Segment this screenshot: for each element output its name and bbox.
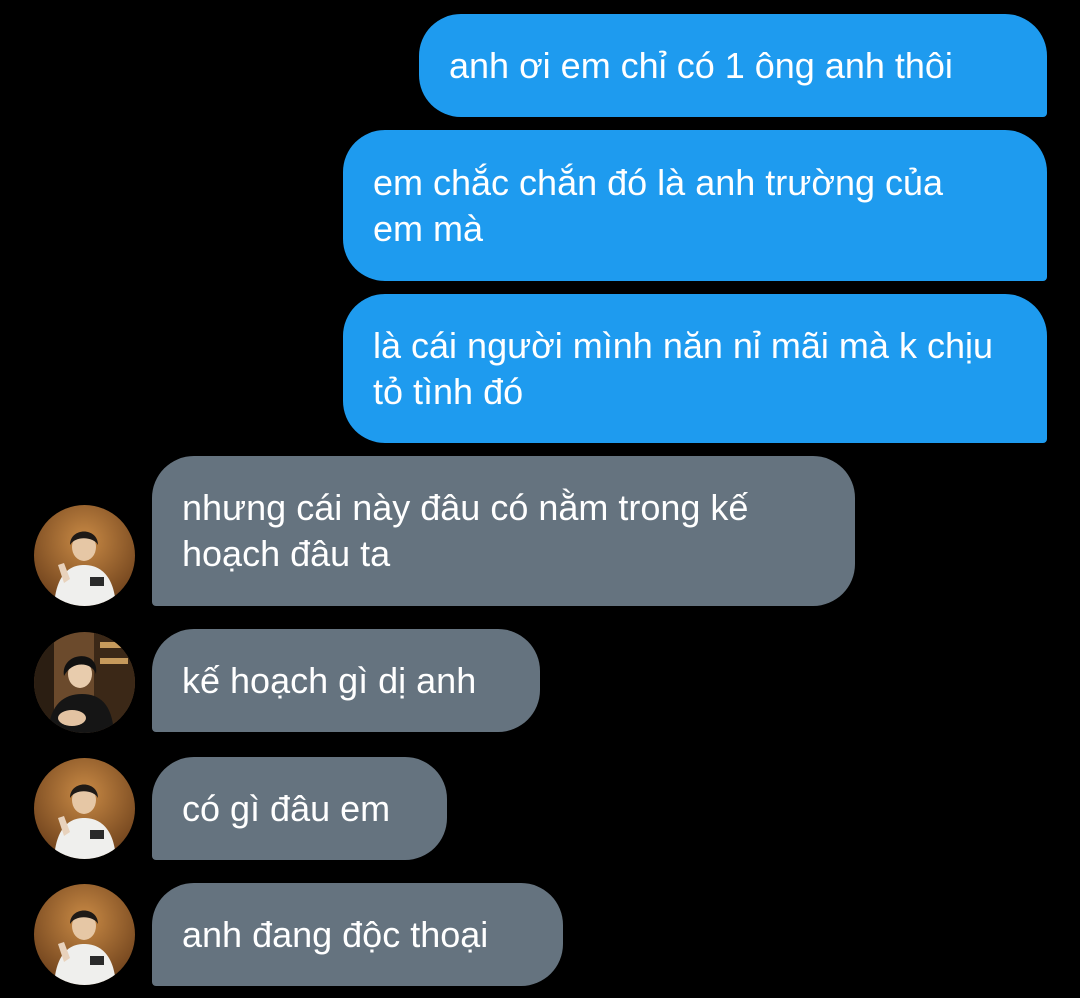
incoming-message-bubble[interactable]: có gì đâu em [152,757,447,860]
message-text: nhưng cái này đâu có nằm trong kế hoạch … [182,487,749,574]
message-text: là cái người mình năn nỉ mãi mà k chịu t… [373,324,993,412]
message-text: có gì đâu em [182,787,391,829]
avatar-image [34,884,135,985]
avatar-photo-white-hoodie[interactable] [34,505,135,606]
avatar-photo-white-hoodie[interactable] [34,884,135,985]
message-text: anh ơi em chỉ có 1 ông anh thôi [449,44,953,86]
incoming-message-bubble[interactable]: anh đang độc thoại [152,883,563,986]
message-text: anh đang độc thoại [182,913,489,955]
outgoing-message-bubble[interactable]: anh ơi em chỉ có 1 ông anh thôi [419,14,1047,117]
avatar-photo-white-hoodie[interactable] [34,758,135,859]
outgoing-message-bubble[interactable]: là cái người mình năn nỉ mãi mà k chịu t… [343,294,1047,443]
incoming-message-bubble[interactable]: nhưng cái này đâu có nằm trong kế hoạch … [152,456,855,606]
avatar-image [34,758,135,859]
avatar-image [34,632,135,733]
outgoing-message-bubble[interactable]: em chắc chắn đó là anh trường của em mà [343,130,1047,281]
avatar-photo-dark-jacket[interactable] [34,632,135,733]
avatar-image [34,505,135,606]
message-text: kế hoạch gì dị anh [182,659,477,701]
message-text: em chắc chắn đó là anh trường của em mà [373,161,944,249]
incoming-message-bubble[interactable]: kế hoạch gì dị anh [152,629,540,732]
